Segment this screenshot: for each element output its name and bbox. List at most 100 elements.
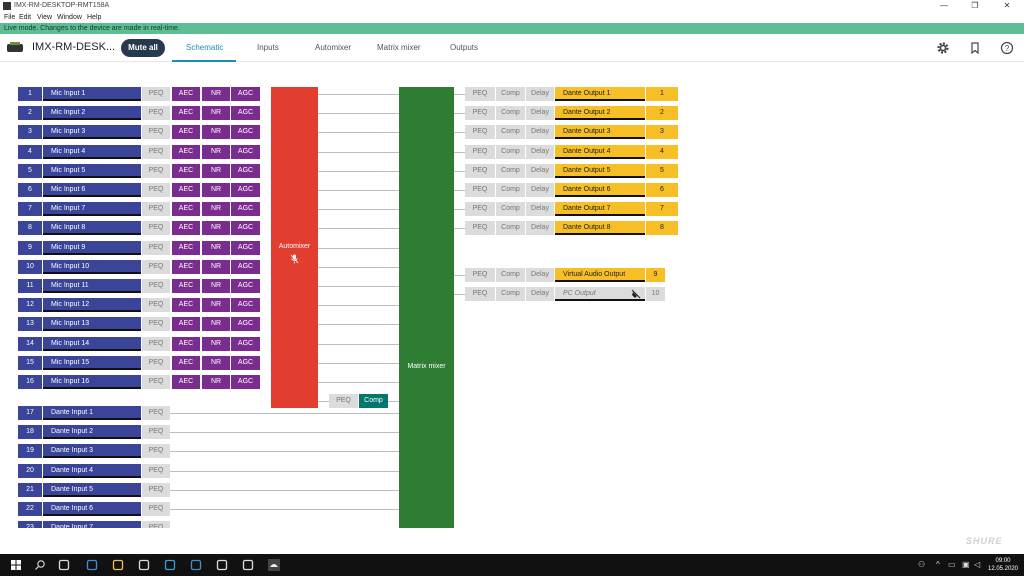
input-channel-name[interactable]: Dante Input 2 (43, 425, 141, 439)
maximize-button[interactable]: ❐ (960, 0, 990, 12)
mail-icon[interactable] (190, 559, 202, 571)
nr-block[interactable]: NR (202, 375, 230, 389)
agc-block[interactable]: AGC (231, 106, 260, 120)
nr-block[interactable]: NR (202, 317, 230, 331)
nr-block[interactable]: NR (202, 279, 230, 293)
minimize-button[interactable]: — (929, 0, 959, 12)
shure-designer-icon[interactable] (268, 559, 280, 571)
nr-block[interactable]: NR (202, 183, 230, 197)
security-icon[interactable]: ▣ (962, 560, 970, 569)
network-icon[interactable]: ▭ (948, 560, 956, 569)
input-channel-name[interactable]: Mic Input 1 (43, 87, 141, 101)
peq-block[interactable]: PEQ (142, 202, 170, 216)
output-delay-block[interactable]: Delay (526, 202, 554, 216)
settings-icon[interactable] (242, 559, 254, 571)
input-channel-name[interactable]: Mic Input 13 (43, 317, 141, 331)
input-channel-name[interactable]: Mic Input 10 (43, 260, 141, 274)
peq-block[interactable]: PEQ (142, 444, 170, 458)
agc-block[interactable]: AGC (231, 317, 260, 331)
output-comp-block[interactable]: Comp (496, 106, 525, 120)
input-channel-name[interactable]: Mic Input 6 (43, 183, 141, 197)
peq-block[interactable]: PEQ (142, 241, 170, 255)
mute-all-button[interactable]: Mute all (121, 39, 165, 57)
peq-block[interactable]: PEQ (142, 317, 170, 331)
input-channel-name[interactable]: Mic Input 12 (43, 298, 141, 312)
output-channel-name[interactable]: Dante Output 2 (555, 106, 645, 120)
clock[interactable]: 09:00 12.05.2020 (986, 557, 1020, 573)
aec-block[interactable]: AEC (172, 356, 200, 370)
agc-block[interactable]: AGC (231, 279, 260, 293)
search-icon[interactable] (34, 559, 46, 571)
input-channel-name[interactable]: Mic Input 11 (43, 279, 141, 293)
input-channel-name[interactable]: Mic Input 3 (43, 125, 141, 139)
aec-block[interactable]: AEC (172, 241, 200, 255)
nr-block[interactable]: NR (202, 241, 230, 255)
menu-edit[interactable]: Edit (19, 14, 31, 21)
output-delay-block[interactable]: Delay (526, 87, 554, 101)
peq-block[interactable]: PEQ (142, 337, 170, 351)
output-channel-name[interactable]: Dante Output 3 (555, 125, 645, 139)
agc-block[interactable]: AGC (231, 337, 260, 351)
nr-block[interactable]: NR (202, 298, 230, 312)
agc-block[interactable]: AGC (231, 202, 260, 216)
input-channel-name[interactable]: Dante Input 7 (43, 521, 141, 528)
nr-block[interactable]: NR (202, 260, 230, 274)
peq-block[interactable]: PEQ (142, 483, 170, 497)
output-comp-block[interactable]: Comp (496, 87, 525, 101)
agc-block[interactable]: AGC (231, 375, 260, 389)
peq-block[interactable]: PEQ (142, 125, 170, 139)
tab-inputs[interactable]: Inputs (257, 43, 279, 52)
nr-block[interactable]: NR (202, 356, 230, 370)
tab-outputs[interactable]: Outputs (450, 43, 478, 52)
agc-block[interactable]: AGC (231, 356, 260, 370)
input-channel-name[interactable]: Dante Input 3 (43, 444, 141, 458)
peq-block[interactable]: PEQ (142, 279, 170, 293)
input-channel-name[interactable]: Dante Input 6 (43, 502, 141, 516)
input-channel-name[interactable]: Mic Input 16 (43, 375, 141, 389)
agc-block[interactable]: AGC (231, 221, 260, 235)
output-comp-block[interactable]: Comp (496, 202, 525, 216)
input-channel-name[interactable]: Mic Input 14 (43, 337, 141, 351)
output-delay-block[interactable]: Delay (526, 106, 554, 120)
app-l-icon[interactable] (164, 559, 176, 571)
peq-block[interactable]: PEQ (142, 221, 170, 235)
output-delay-block[interactable]: Delay (526, 221, 554, 235)
file-explorer-icon[interactable] (112, 559, 124, 571)
input-channel-name[interactable]: Dante Input 5 (43, 483, 141, 497)
output-delay-block[interactable]: Delay (526, 164, 554, 178)
agc-block[interactable]: AGC (231, 183, 260, 197)
output-peq-block[interactable]: PEQ (465, 125, 495, 139)
aec-block[interactable]: AEC (172, 164, 200, 178)
input-channel-name[interactable]: Mic Input 7 (43, 202, 141, 216)
snip-icon[interactable] (216, 559, 228, 571)
input-channel-name[interactable]: Mic Input 9 (43, 241, 141, 255)
peq-block[interactable]: PEQ (142, 145, 170, 159)
input-channel-name[interactable]: Mic Input 2 (43, 106, 141, 120)
output-delay-block[interactable]: Delay (526, 287, 554, 301)
nr-block[interactable]: NR (202, 164, 230, 178)
device-name[interactable]: IMX-RM-DESK... (32, 41, 115, 53)
tab-automixer[interactable]: Automixer (315, 43, 351, 52)
output-channel-name[interactable]: Dante Output 6 (555, 183, 645, 197)
output-peq-block[interactable]: PEQ (465, 87, 495, 101)
virtual-output-name[interactable]: Virtual Audio Output (555, 268, 645, 282)
output-peq-block[interactable]: PEQ (465, 183, 495, 197)
menu-help[interactable]: Help (87, 14, 101, 21)
input-channel-name[interactable]: Mic Input 15 (43, 356, 141, 370)
output-peq-block[interactable]: PEQ (465, 221, 495, 235)
automixer-comp-block[interactable]: Comp (359, 394, 388, 408)
aec-block[interactable]: AEC (172, 221, 200, 235)
peq-block[interactable]: PEQ (142, 356, 170, 370)
aec-block[interactable]: AEC (172, 375, 200, 389)
input-channel-name[interactable]: Mic Input 5 (43, 164, 141, 178)
peq-block[interactable]: PEQ (142, 464, 170, 478)
peq-block[interactable]: PEQ (142, 406, 170, 420)
aec-block[interactable]: AEC (172, 145, 200, 159)
nr-block[interactable]: NR (202, 125, 230, 139)
agc-block[interactable]: AGC (231, 145, 260, 159)
output-comp-block[interactable]: Comp (496, 268, 525, 282)
output-delay-block[interactable]: Delay (526, 145, 554, 159)
aec-block[interactable]: AEC (172, 106, 200, 120)
agc-block[interactable]: AGC (231, 125, 260, 139)
peq-block[interactable]: PEQ (142, 183, 170, 197)
